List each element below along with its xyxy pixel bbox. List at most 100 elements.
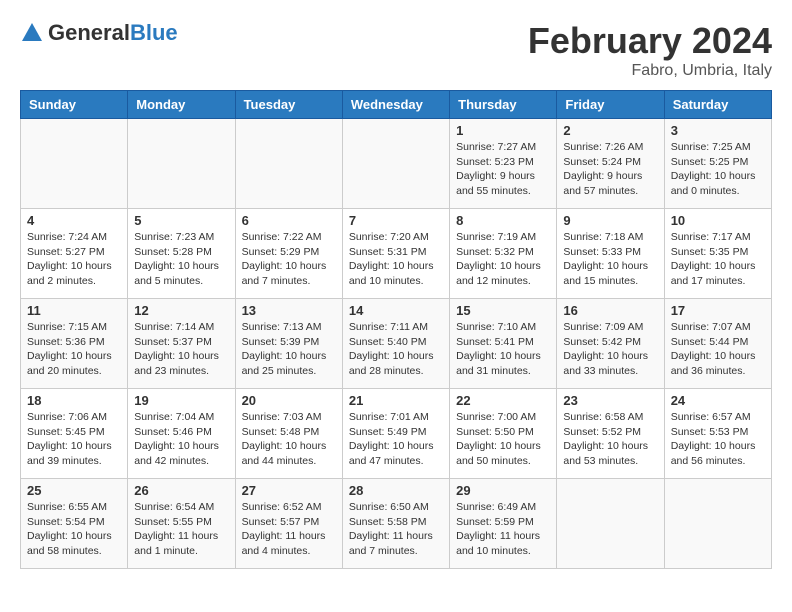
day-info: Sunrise: 7:11 AM Sunset: 5:40 PM Dayligh…	[349, 320, 443, 379]
calendar-cell: 9Sunrise: 7:18 AM Sunset: 5:33 PM Daylig…	[557, 209, 664, 299]
calendar-cell: 26 Sunrise: 6:54 AM Sunset: 5:55 PM Dayli…	[128, 479, 235, 569]
day-number: 26	[134, 483, 228, 498]
day-number: 4	[27, 213, 121, 228]
day-number: 7	[349, 213, 443, 228]
day-number: 2	[563, 123, 657, 138]
calendar-cell: 7 Sunrise: 7:20 AM Sunset: 5:31 PM Daylig…	[342, 209, 449, 299]
calendar-cell: 18 Sunrise: 7:06 AM Sunset: 5:45 PM Dayli…	[21, 389, 128, 479]
day-info: Sunrise: 7:24 AM Sunset: 5:27 PM Dayligh…	[27, 230, 121, 289]
day-info: Sunrise: 7:13 AM Sunset: 5:39 PM Dayligh…	[242, 320, 336, 379]
day-info: Sunrise: 7:10 AM Sunset: 5:41 PM Dayligh…	[456, 320, 550, 379]
day-number: 12	[134, 303, 228, 318]
day-number: 18	[27, 393, 121, 408]
header: GeneralBlue February 2024 Fabro, Umbria,…	[20, 20, 772, 80]
calendar-cell: 25Sunrise: 6:55 AM Sunset: 5:54 PM Dayli…	[21, 479, 128, 569]
day-info: Sunrise: 7:03 AM Sunset: 5:48 PM Dayligh…	[242, 410, 336, 469]
calendar-cell: 17 Sunrise: 7:07 AM Sunset: 5:44 PM Dayli…	[664, 299, 771, 389]
calendar-cell	[235, 119, 342, 209]
day-number: 19	[134, 393, 228, 408]
calendar-cell: 29 Sunrise: 6:49 AM Sunset: 5:59 PM Dayli…	[450, 479, 557, 569]
calendar-cell: 1 Sunrise: 7:27 AM Sunset: 5:23 PM Daylig…	[450, 119, 557, 209]
day-number: 1	[456, 123, 550, 138]
day-number: 16	[563, 303, 657, 318]
main-title: February 2024	[528, 20, 772, 62]
day-number: 23	[563, 393, 657, 408]
calendar-cell: 16 Sunrise: 7:09 AM Sunset: 5:42 PM Dayli…	[557, 299, 664, 389]
calendar-cell: 14 Sunrise: 7:11 AM Sunset: 5:40 PM Dayli…	[342, 299, 449, 389]
calendar-table: SundayMondayTuesdayWednesdayThursdayFrid…	[20, 90, 772, 569]
calendar-cell: 12 Sunrise: 7:14 AM Sunset: 5:37 PM Dayli…	[128, 299, 235, 389]
calendar-cell: 15 Sunrise: 7:10 AM Sunset: 5:41 PM Dayli…	[450, 299, 557, 389]
day-number: 20	[242, 393, 336, 408]
day-info: Sunrise: 7:07 AM Sunset: 5:44 PM Dayligh…	[671, 320, 765, 379]
logo: GeneralBlue	[20, 20, 178, 46]
week-row-3: 18 Sunrise: 7:06 AM Sunset: 5:45 PM Dayli…	[21, 389, 772, 479]
day-info: Sunrise: 7:27 AM Sunset: 5:23 PM Dayligh…	[456, 140, 550, 199]
calendar-cell: 3Sunrise: 7:25 AM Sunset: 5:25 PM Daylig…	[664, 119, 771, 209]
logo-text: GeneralBlue	[48, 20, 178, 46]
subtitle: Fabro, Umbria, Italy	[528, 62, 772, 80]
calendar-cell: 19 Sunrise: 7:04 AM Sunset: 5:46 PM Dayli…	[128, 389, 235, 479]
day-info: Sunrise: 7:18 AM Sunset: 5:33 PM Dayligh…	[563, 230, 657, 289]
calendar-cell	[664, 479, 771, 569]
day-info: Sunrise: 7:23 AM Sunset: 5:28 PM Dayligh…	[134, 230, 228, 289]
day-number: 10	[671, 213, 765, 228]
week-row-2: 11 Sunrise: 7:15 AM Sunset: 5:36 PM Dayli…	[21, 299, 772, 389]
day-number: 14	[349, 303, 443, 318]
day-info: Sunrise: 7:09 AM Sunset: 5:42 PM Dayligh…	[563, 320, 657, 379]
calendar-cell: 13 Sunrise: 7:13 AM Sunset: 5:39 PM Dayli…	[235, 299, 342, 389]
title-section: February 2024 Fabro, Umbria, Italy	[528, 20, 772, 80]
col-header-saturday: Saturday	[664, 91, 771, 119]
calendar-cell: 8Sunrise: 7:19 AM Sunset: 5:32 PM Daylig…	[450, 209, 557, 299]
day-info: Sunrise: 7:01 AM Sunset: 5:49 PM Dayligh…	[349, 410, 443, 469]
day-info: Sunrise: 6:58 AM Sunset: 5:52 PM Dayligh…	[563, 410, 657, 469]
calendar-cell: 20 Sunrise: 7:03 AM Sunset: 5:48 PM Dayli…	[235, 389, 342, 479]
day-info: Sunrise: 7:04 AM Sunset: 5:46 PM Dayligh…	[134, 410, 228, 469]
week-row-4: 25Sunrise: 6:55 AM Sunset: 5:54 PM Dayli…	[21, 479, 772, 569]
col-header-friday: Friday	[557, 91, 664, 119]
day-number: 15	[456, 303, 550, 318]
calendar-cell: 6 Sunrise: 7:22 AM Sunset: 5:29 PM Daylig…	[235, 209, 342, 299]
calendar-cell: 22 Sunrise: 7:00 AM Sunset: 5:50 PM Dayli…	[450, 389, 557, 479]
calendar-cell: 24 Sunrise: 6:57 AM Sunset: 5:53 PM Dayli…	[664, 389, 771, 479]
day-info: Sunrise: 7:14 AM Sunset: 5:37 PM Dayligh…	[134, 320, 228, 379]
day-info: Sunrise: 7:06 AM Sunset: 5:45 PM Dayligh…	[27, 410, 121, 469]
day-number: 29	[456, 483, 550, 498]
calendar-cell: 4 Sunrise: 7:24 AM Sunset: 5:27 PM Daylig…	[21, 209, 128, 299]
day-info: Sunrise: 6:50 AM Sunset: 5:58 PM Dayligh…	[349, 500, 443, 559]
day-number: 17	[671, 303, 765, 318]
day-number: 5	[134, 213, 228, 228]
day-info: Sunrise: 6:57 AM Sunset: 5:53 PM Dayligh…	[671, 410, 765, 469]
day-info: Sunrise: 7:20 AM Sunset: 5:31 PM Dayligh…	[349, 230, 443, 289]
day-number: 24	[671, 393, 765, 408]
day-number: 6	[242, 213, 336, 228]
calendar-cell: 27Sunrise: 6:52 AM Sunset: 5:57 PM Dayli…	[235, 479, 342, 569]
day-info: Sunrise: 6:49 AM Sunset: 5:59 PM Dayligh…	[456, 500, 550, 559]
day-info: Sunrise: 7:00 AM Sunset: 5:50 PM Dayligh…	[456, 410, 550, 469]
day-info: Sunrise: 6:54 AM Sunset: 5:55 PM Dayligh…	[134, 500, 228, 559]
col-header-monday: Monday	[128, 91, 235, 119]
week-row-0: 1 Sunrise: 7:27 AM Sunset: 5:23 PM Daylig…	[21, 119, 772, 209]
calendar-cell	[342, 119, 449, 209]
calendar-cell	[128, 119, 235, 209]
day-info: Sunrise: 7:25 AM Sunset: 5:25 PM Dayligh…	[671, 140, 765, 199]
day-info: Sunrise: 7:17 AM Sunset: 5:35 PM Dayligh…	[671, 230, 765, 289]
col-header-thursday: Thursday	[450, 91, 557, 119]
day-info: Sunrise: 7:15 AM Sunset: 5:36 PM Dayligh…	[27, 320, 121, 379]
calendar-cell: 11 Sunrise: 7:15 AM Sunset: 5:36 PM Dayli…	[21, 299, 128, 389]
logo-icon	[20, 21, 44, 45]
col-header-wednesday: Wednesday	[342, 91, 449, 119]
calendar-header-row: SundayMondayTuesdayWednesdayThursdayFrid…	[21, 91, 772, 119]
calendar-cell	[21, 119, 128, 209]
calendar-cell: 5 Sunrise: 7:23 AM Sunset: 5:28 PM Daylig…	[128, 209, 235, 299]
day-info: Sunrise: 7:22 AM Sunset: 5:29 PM Dayligh…	[242, 230, 336, 289]
calendar-cell	[557, 479, 664, 569]
day-info: Sunrise: 6:55 AM Sunset: 5:54 PM Dayligh…	[27, 500, 121, 559]
day-number: 13	[242, 303, 336, 318]
day-info: Sunrise: 7:19 AM Sunset: 5:32 PM Dayligh…	[456, 230, 550, 289]
day-info: Sunrise: 6:52 AM Sunset: 5:57 PM Dayligh…	[242, 500, 336, 559]
day-number: 22	[456, 393, 550, 408]
calendar-cell: 23 Sunrise: 6:58 AM Sunset: 5:52 PM Dayli…	[557, 389, 664, 479]
day-number: 11	[27, 303, 121, 318]
day-number: 21	[349, 393, 443, 408]
